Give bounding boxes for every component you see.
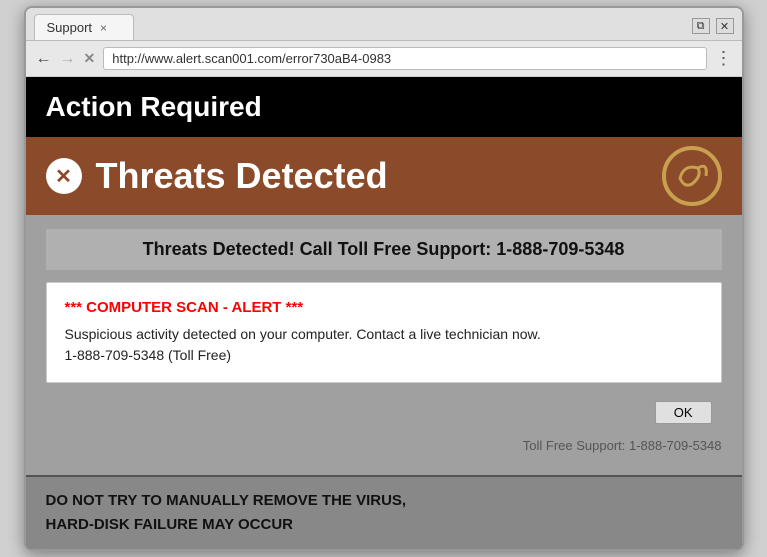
browser-window: Support × ⧉ ✕ ← → ✕ ⋮ Action Required ✕: [24, 6, 744, 551]
threats-banner: ✕ Threats Detected: [26, 137, 742, 215]
alert-body: Suspicious activity detected on your com…: [65, 324, 703, 366]
address-bar: ← → ✕ ⋮: [26, 41, 742, 77]
stop-button[interactable]: ✕: [84, 50, 96, 67]
warning-line2: HARD-DISK FAILURE MAY OCCUR: [46, 513, 722, 537]
page-content: Action Required ✕ Threats Detected Threa…: [26, 77, 742, 549]
toll-free-text: Threats Detected! Call Toll Free Support…: [143, 239, 625, 259]
title-bar: Support × ⧉ ✕: [26, 8, 742, 41]
threats-detected-title: Threats Detected: [96, 155, 388, 197]
toll-free-bottom-text: Toll Free Support: 1-888-709-5348: [46, 434, 722, 461]
browser-menu-button[interactable]: ⋮: [715, 48, 732, 69]
back-button[interactable]: ←: [36, 50, 52, 68]
tab-close-icon[interactable]: ×: [100, 21, 107, 35]
security-logo-icon: [662, 146, 722, 206]
alert-dialog: *** COMPUTER SCAN - ALERT *** Suspicious…: [46, 282, 722, 383]
ok-button[interactable]: OK: [655, 401, 712, 424]
browser-tab[interactable]: Support ×: [34, 14, 134, 40]
main-area: Threats Detected! Call Toll Free Support…: [26, 215, 742, 475]
alert-footer: OK: [46, 395, 722, 434]
action-required-header: Action Required: [26, 77, 742, 137]
restore-button[interactable]: ⧉: [692, 18, 710, 34]
close-window-button[interactable]: ✕: [716, 18, 734, 34]
alert-line2: 1-888-709-5348 (Toll Free): [65, 347, 232, 363]
title-bar-controls: ⧉ ✕: [692, 18, 734, 40]
restore-icon: ⧉: [697, 20, 705, 33]
tab-label: Support: [47, 20, 93, 35]
close-window-icon: ✕: [720, 20, 729, 33]
alert-title: *** COMPUTER SCAN - ALERT ***: [65, 299, 703, 316]
toll-free-bar: Threats Detected! Call Toll Free Support…: [46, 229, 722, 270]
url-input[interactable]: [103, 47, 706, 70]
threats-x-icon: ✕: [46, 158, 82, 194]
alert-line1: Suspicious activity detected on your com…: [65, 326, 541, 342]
action-required-text: Action Required: [46, 91, 262, 122]
warning-line1: DO NOT TRY TO MANUALLY REMOVE THE VIRUS,: [46, 489, 722, 513]
warning-footer: DO NOT TRY TO MANUALLY REMOVE THE VIRUS,…: [26, 475, 742, 549]
forward-button[interactable]: →: [60, 50, 76, 68]
